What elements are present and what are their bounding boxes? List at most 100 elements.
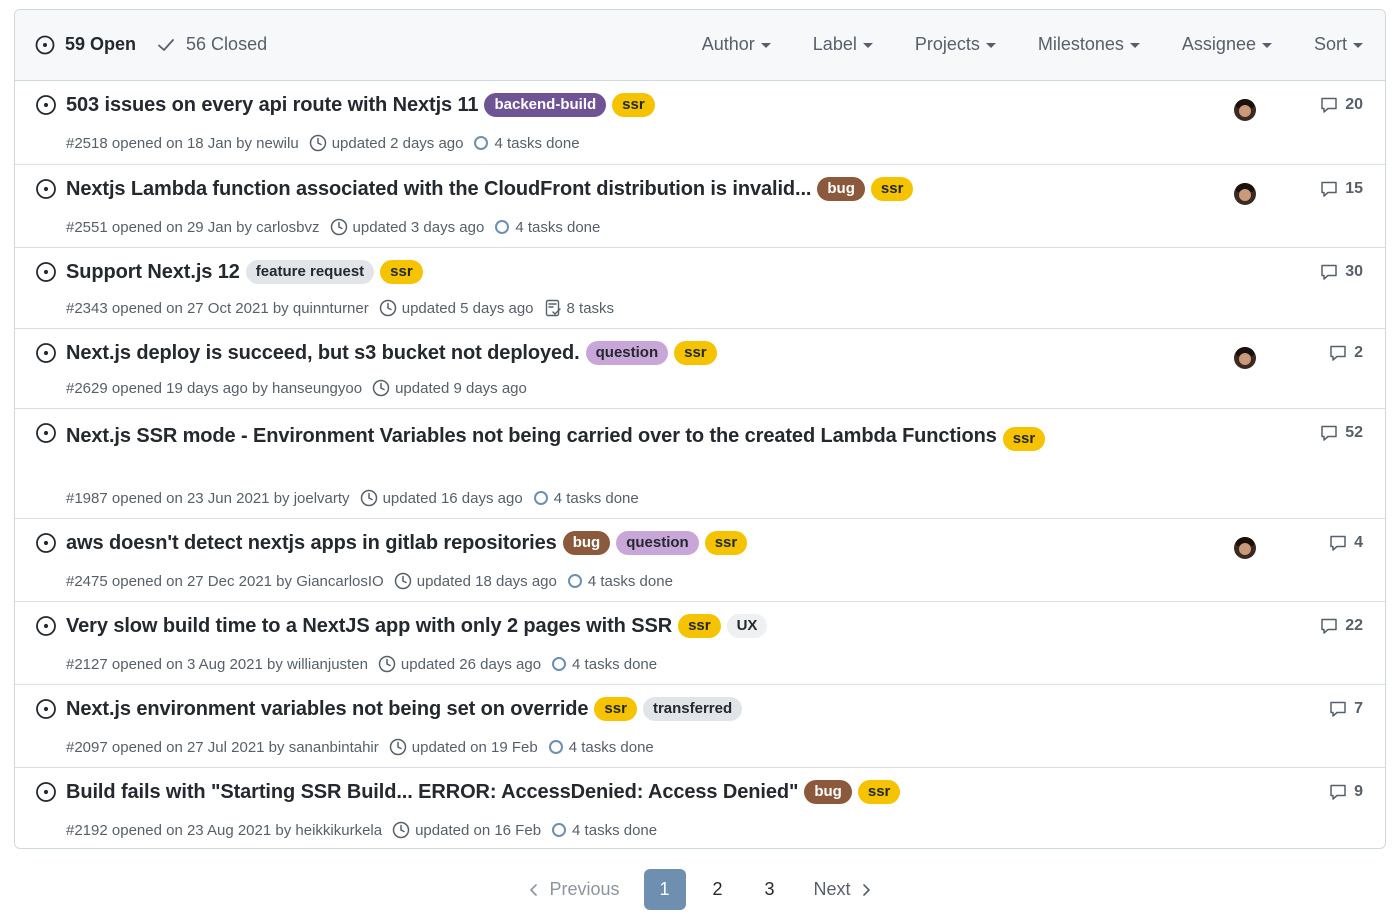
- issue-label-ssr[interactable]: ssr: [594, 697, 637, 721]
- filter-author-dropdown[interactable]: Author: [702, 34, 771, 55]
- issue-label-bug[interactable]: bug: [804, 780, 852, 804]
- closed-issues-tab[interactable]: 56 Closed: [156, 34, 267, 55]
- check-icon: [158, 38, 174, 51]
- issue-state-indicator: [35, 532, 57, 559]
- issue-label-bug[interactable]: bug: [562, 531, 611, 555]
- closed-issues-label: 56 Closed: [186, 34, 268, 54]
- assignee-avatar[interactable]: [1234, 183, 1256, 205]
- filter-label: Sort: [1313, 34, 1347, 54]
- chevron-left-icon: [530, 883, 538, 896]
- issue-label-ssr[interactable]: ssr: [870, 177, 914, 201]
- comments-count-link[interactable]: 7: [1328, 699, 1363, 719]
- issue-label-ssr[interactable]: ssr: [674, 341, 717, 365]
- issue-meta: #2127 opened on 3 Aug 2021 by willianjus…: [66, 655, 667, 673]
- issue-tasks-info: 4 tasks done: [473, 134, 580, 152]
- clock-icon: [389, 738, 407, 756]
- task-progress-icon: [495, 220, 510, 234]
- comments-count-link[interactable]: 52: [1319, 423, 1363, 443]
- comments-count-link[interactable]: 20: [1319, 95, 1363, 115]
- issue-tasks-info: 4 tasks done: [533, 490, 639, 507]
- open-issues-label: 59 Open: [65, 34, 137, 54]
- page-3-button[interactable]: 3: [750, 871, 790, 908]
- clock-icon: [379, 299, 396, 317]
- comments-count-link[interactable]: 15: [1319, 179, 1363, 199]
- issue-label-backend-build[interactable]: backend-build: [484, 93, 607, 117]
- previous-page-button[interactable]: Previous: [515, 871, 631, 908]
- issue-title-line: Support Next.js 12 feature request ssr: [66, 260, 1185, 284]
- issue-title-link[interactable]: Build fails with "Starting SSR Build... …: [66, 781, 798, 804]
- issue-title-link[interactable]: Very slow build time to a NextJS app wit…: [66, 615, 672, 638]
- page-2-button[interactable]: 2: [698, 871, 738, 908]
- comments-count-link[interactable]: 9: [1328, 782, 1363, 802]
- issue-label-bug[interactable]: bug: [817, 177, 865, 201]
- issue-updated-info: updated 9 days ago: [372, 379, 527, 397]
- comment-icon: [1330, 701, 1346, 717]
- issue-label-question[interactable]: question: [585, 341, 669, 365]
- issue-title-link[interactable]: Next.js SSR mode - Environment Variables…: [66, 425, 997, 448]
- issue-label-feature-request[interactable]: feature request: [245, 260, 375, 284]
- filter-assignee-dropdown[interactable]: Assignee: [1182, 34, 1272, 55]
- issue-meta: #2551 opened on 29 Jan by carlosbvz updat…: [66, 218, 610, 236]
- issue-row: Build fails with "Starting SSR Build... …: [15, 767, 1385, 848]
- issue-label-transferred[interactable]: transferred: [642, 697, 743, 721]
- issue-label-ux[interactable]: UX: [726, 614, 768, 638]
- page-1-button[interactable]: 1: [643, 869, 686, 910]
- issue-tasks-text: 4 tasks done: [515, 218, 601, 236]
- issue-updated-info: updated on 16 Feb: [392, 821, 541, 839]
- clock-icon: [372, 379, 390, 397]
- issue-opened-info: #2475 opened on 27 Dec 2021 by Giancarlo…: [66, 572, 384, 590]
- assignee-avatar[interactable]: [1234, 347, 1256, 369]
- comments-count-link[interactable]: 2: [1328, 343, 1363, 363]
- issue-label-question[interactable]: question: [616, 531, 699, 555]
- clock-icon: [394, 572, 411, 590]
- next-page-button[interactable]: Next: [802, 871, 885, 908]
- assignee-avatar[interactable]: [1234, 537, 1256, 559]
- issue-row: Support Next.js 12 feature request ssr #234…: [15, 247, 1385, 328]
- filter-projects-dropdown[interactable]: Projects: [915, 34, 996, 55]
- issue-title-line: Next.js environment variables not being …: [66, 697, 1185, 721]
- issue-title-link[interactable]: 503 issues on every api route with Nextj…: [66, 94, 479, 117]
- comments-count-link[interactable]: 30: [1319, 262, 1363, 282]
- avatar-face: [1239, 353, 1251, 365]
- issue-label-ssr[interactable]: ssr: [1002, 427, 1046, 451]
- issue-tasks-text: 4 tasks done: [494, 134, 580, 152]
- filter-sort-dropdown[interactable]: Sort: [1314, 34, 1363, 55]
- issue-title-link[interactable]: Support Next.js 12: [66, 261, 240, 284]
- comment-icon: [1330, 345, 1346, 361]
- issue-label-ssr[interactable]: ssr: [380, 260, 423, 284]
- issue-tasks-info: 4 tasks done: [494, 219, 600, 236]
- issue-row: Nextjs Lambda function associated with t…: [15, 164, 1385, 247]
- comments-count-link[interactable]: 22: [1319, 616, 1363, 636]
- assignee-avatar[interactable]: [1234, 99, 1256, 121]
- issue-opened-info: #2097 opened on 27 Jul 2021 by sananbint…: [66, 738, 379, 756]
- open-issues-tab[interactable]: 59 Open: [35, 34, 136, 55]
- issue-open-icon: [35, 35, 55, 54]
- issue-state-indicator: [35, 781, 57, 808]
- issue-label-ssr[interactable]: ssr: [678, 614, 721, 638]
- issue-title-link[interactable]: Nextjs Lambda function associated with t…: [66, 178, 811, 201]
- issue-opened-info: #1987 opened on 23 Jun 2021 by joelvarty: [66, 489, 350, 507]
- issue-label-ssr[interactable]: ssr: [857, 780, 901, 804]
- issue-updated-info: updated 26 days ago: [378, 655, 541, 673]
- issue-tasks-info: 4 tasks done: [551, 656, 657, 673]
- task-progress-icon: [474, 136, 489, 150]
- issue-opened-info: #2127 opened on 3 Aug 2021 by willianjus…: [66, 655, 368, 673]
- comments-count-link[interactable]: 4: [1328, 533, 1363, 553]
- task-progress-icon: [552, 657, 567, 671]
- filter-label: Projects: [914, 34, 980, 54]
- issue-label-ssr[interactable]: ssr: [612, 93, 655, 117]
- issue-title-link[interactable]: Next.js deploy is succeed, but s3 bucket…: [66, 342, 580, 365]
- filter-milestones-dropdown[interactable]: Milestones: [1038, 34, 1140, 55]
- issue-title-link[interactable]: Next.js environment variables not being …: [66, 698, 589, 721]
- issue-updated-info: updated 16 days ago: [360, 489, 523, 507]
- issue-open-icon: [36, 699, 56, 719]
- issue-open-icon: [36, 616, 56, 636]
- issue-open-icon: [36, 423, 56, 443]
- issue-meta: #2475 opened on 27 Dec 2021 by Giancarlo…: [66, 572, 683, 590]
- issue-updated-text: updated 18 days ago: [416, 572, 557, 590]
- issue-title-line: Next.js deploy is succeed, but s3 bucket…: [66, 341, 1185, 365]
- issue-title-link[interactable]: aws doesn't detect nextjs apps in gitlab…: [66, 532, 557, 555]
- caret-down-icon: [1261, 43, 1272, 48]
- filter-label-dropdown[interactable]: Label: [813, 34, 873, 55]
- issue-label-ssr[interactable]: ssr: [704, 531, 748, 555]
